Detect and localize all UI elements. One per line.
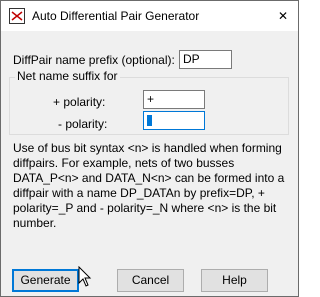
- plus-polarity-label: + polarity:: [53, 95, 106, 109]
- minus-polarity-input[interactable]: [143, 111, 205, 130]
- prefix-value: DP: [183, 52, 200, 66]
- cancel-button[interactable]: Cancel: [117, 269, 184, 292]
- text-selection-caret: [147, 115, 152, 126]
- close-button[interactable]: ✕: [268, 1, 298, 31]
- help-button[interactable]: Help: [201, 269, 268, 292]
- app-icon: [9, 8, 25, 24]
- minus-polarity-label: - polarity:: [58, 117, 108, 131]
- plus-polarity-input[interactable]: +: [143, 90, 205, 109]
- window-title: Auto Differential Pair Generator: [32, 9, 200, 23]
- mouse-pointer-icon: [78, 265, 92, 288]
- prefix-input[interactable]: DP: [179, 50, 232, 69]
- plus-polarity-value: +: [147, 92, 155, 106]
- close-icon: ✕: [277, 9, 289, 23]
- dialog-window: Auto Differential Pair Generator ✕ DiffP…: [0, 0, 299, 297]
- generate-button[interactable]: Generate: [12, 269, 79, 292]
- suffix-group-title: Net name suffix for: [15, 69, 120, 83]
- help-description: Use of bus bit syntax <n> is handled whe…: [13, 141, 285, 230]
- title-bar[interactable]: Auto Differential Pair Generator ✕: [1, 1, 298, 31]
- prefix-label: DiffPair name prefix (optional):: [13, 53, 175, 67]
